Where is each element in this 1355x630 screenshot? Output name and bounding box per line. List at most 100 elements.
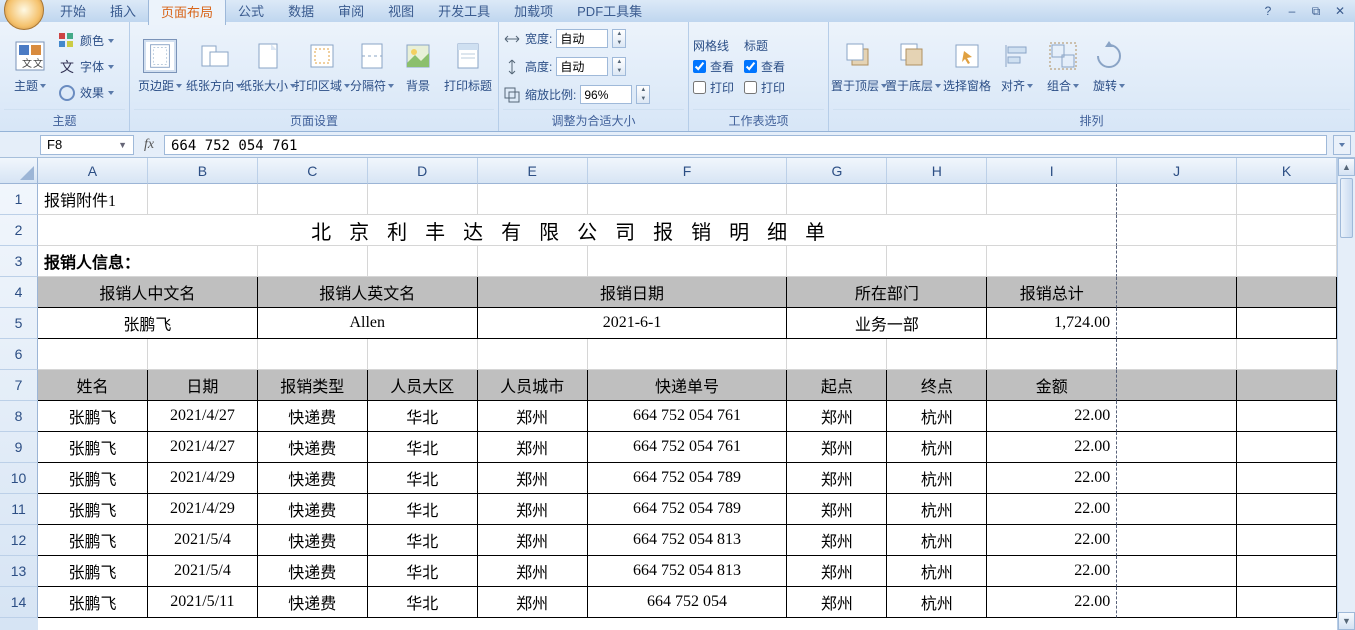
cell[interactable]: 快递费 [258, 556, 368, 587]
cell[interactable]: 报销人中文名 [38, 277, 258, 308]
gridlines-view-check[interactable]: 查看 [693, 58, 734, 75]
restore-icon[interactable]: ⧉ [1307, 3, 1325, 19]
cell[interactable]: 姓名 [38, 370, 148, 401]
cell[interactable]: 2021/4/29 [148, 463, 258, 494]
cell[interactable]: 郑州 [478, 432, 588, 463]
cell[interactable] [1117, 339, 1237, 370]
cell[interactable]: 2021-6-1 [478, 308, 788, 339]
height-select[interactable] [556, 57, 608, 76]
cell[interactable]: 郑州 [478, 463, 588, 494]
cell[interactable]: 664 752 054 761 [588, 432, 788, 463]
col-header-I[interactable]: I [987, 158, 1117, 184]
cell[interactable] [887, 184, 987, 215]
cell[interactable]: 杭州 [887, 587, 987, 618]
align-button[interactable]: 对齐 [995, 27, 1039, 107]
cell[interactable] [887, 246, 987, 277]
cell[interactable]: 22.00 [987, 401, 1117, 432]
cell[interactable]: 华北 [368, 494, 478, 525]
tab-开发工具[interactable]: 开发工具 [426, 0, 502, 24]
select-all-corner[interactable] [0, 158, 38, 184]
cell[interactable] [1237, 556, 1337, 587]
cell[interactable]: 快递费 [258, 587, 368, 618]
cell[interactable]: 2021/5/4 [148, 525, 258, 556]
cell[interactable]: 快递费 [258, 401, 368, 432]
printtitles-button[interactable]: 打印标题 [442, 27, 494, 107]
themes-button[interactable]: 文文 主题 [4, 27, 56, 107]
tab-加载项[interactable]: 加载项 [502, 0, 565, 24]
cell[interactable] [1237, 370, 1337, 401]
cell[interactable]: 报销附件1 [38, 184, 148, 215]
col-header-E[interactable]: E [478, 158, 588, 184]
scale-input[interactable] [580, 85, 632, 104]
cell[interactable] [1117, 587, 1237, 618]
cell[interactable] [1117, 308, 1237, 339]
cell[interactable]: 杭州 [887, 432, 987, 463]
cell[interactable]: 2021/4/27 [148, 432, 258, 463]
cell[interactable] [1237, 339, 1337, 370]
cell[interactable]: 郑州 [787, 494, 887, 525]
tab-PDF工具集[interactable]: PDF工具集 [565, 0, 654, 24]
cell[interactable]: 快递费 [258, 525, 368, 556]
cell[interactable]: 快递费 [258, 494, 368, 525]
tab-开始[interactable]: 开始 [48, 0, 98, 24]
col-header-F[interactable]: F [588, 158, 788, 184]
selection-pane-button[interactable]: 选择窗格 [941, 27, 993, 107]
cell[interactable] [588, 184, 788, 215]
cell[interactable] [1237, 184, 1337, 215]
cell[interactable]: 杭州 [887, 401, 987, 432]
headings-view-check[interactable]: 查看 [744, 58, 785, 75]
col-header-J[interactable]: J [1117, 158, 1237, 184]
cell[interactable]: 22.00 [987, 525, 1117, 556]
tab-视图[interactable]: 视图 [376, 0, 426, 24]
cell[interactable]: 张鹏飞 [38, 432, 148, 463]
tab-审阅[interactable]: 审阅 [326, 0, 376, 24]
cell[interactable]: 张鹏飞 [38, 463, 148, 494]
cell[interactable] [148, 184, 258, 215]
cell[interactable] [1237, 494, 1337, 525]
headings-print-check[interactable]: 打印 [744, 79, 785, 96]
scale-spinner[interactable]: ▲▼ [636, 85, 650, 104]
cell[interactable] [1117, 525, 1237, 556]
col-header-A[interactable]: A [38, 158, 148, 184]
col-header-G[interactable]: G [787, 158, 887, 184]
cell[interactable] [478, 184, 588, 215]
help-icon[interactable]: ? [1259, 3, 1277, 19]
row-header-12[interactable]: 12 [0, 525, 38, 556]
cell[interactable] [787, 339, 887, 370]
col-header-D[interactable]: D [368, 158, 478, 184]
cell[interactable]: 报销日期 [478, 277, 788, 308]
cell[interactable] [478, 246, 588, 277]
cell[interactable]: 664 752 054 813 [588, 525, 788, 556]
cell[interactable] [148, 339, 258, 370]
cell[interactable] [38, 339, 148, 370]
vertical-scrollbar[interactable]: ▲ ▼ [1337, 158, 1355, 630]
cell[interactable] [258, 184, 368, 215]
row-header-9[interactable]: 9 [0, 432, 38, 463]
cell[interactable]: 华北 [368, 463, 478, 494]
cell[interactable]: 业务一部 [787, 308, 987, 339]
cell[interactable]: 郑州 [478, 401, 588, 432]
scroll-down-icon[interactable]: ▼ [1338, 612, 1355, 630]
cell[interactable]: 郑州 [787, 525, 887, 556]
send-back-button[interactable]: 置于底层 [887, 27, 939, 107]
cell[interactable] [478, 339, 588, 370]
cell[interactable]: 664 752 054 761 [588, 401, 788, 432]
worksheet-grid[interactable]: ABCDEFGHIJK 1234567891011121314 报销附件1北京利… [0, 158, 1355, 630]
cell[interactable]: 起点 [787, 370, 887, 401]
cell[interactable] [1237, 525, 1337, 556]
cell[interactable] [368, 339, 478, 370]
row-header-14[interactable]: 14 [0, 587, 38, 618]
cell[interactable] [1117, 370, 1237, 401]
row-header-2[interactable]: 2 [0, 215, 38, 246]
theme-fonts-button[interactable]: 文字体 [58, 55, 114, 79]
cell[interactable]: 日期 [148, 370, 258, 401]
cell[interactable]: 快递单号 [588, 370, 788, 401]
cell[interactable]: 华北 [368, 432, 478, 463]
row-header-3[interactable]: 3 [0, 246, 38, 277]
tab-公式[interactable]: 公式 [226, 0, 276, 24]
size-button[interactable]: 纸张大小 [242, 27, 294, 107]
row-header-6[interactable]: 6 [0, 339, 38, 370]
orientation-button[interactable]: 纸张方向 [188, 27, 240, 107]
cell[interactable]: 郑州 [787, 587, 887, 618]
tab-插入[interactable]: 插入 [98, 0, 148, 24]
